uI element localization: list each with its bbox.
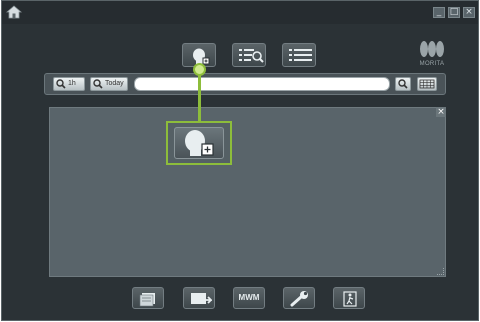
callout-zoom-box [166, 121, 232, 165]
exit-door-icon [343, 291, 357, 307]
list-search-icon [239, 49, 264, 63]
search-button[interactable] [395, 77, 411, 91]
search-icon [398, 79, 408, 89]
calendar-button[interactable] [417, 77, 437, 91]
image-export-icon [191, 293, 212, 304]
resize-grip[interactable] [437, 268, 444, 275]
image-stack-button[interactable] [132, 287, 164, 309]
list-view-button[interactable] [282, 43, 316, 67]
image-stack-icon [139, 293, 155, 307]
exit-button[interactable] [333, 287, 365, 309]
mwm-label: MWM [238, 293, 260, 302]
patient-head-icon [185, 130, 214, 156]
callout-connector [198, 69, 201, 121]
home-icon[interactable] [6, 4, 22, 20]
calendar-grid-icon [419, 79, 435, 89]
app-window: _ □ × MORITA 1h Today × MWM [1, 0, 479, 321]
list-view-icon [289, 49, 312, 61]
today-label: Today [105, 80, 124, 87]
window-controls: _ □ × [433, 7, 475, 18]
last-hour-button[interactable]: 1h [53, 77, 85, 91]
panel-close-button[interactable]: × [436, 107, 446, 117]
wrench-icon [290, 291, 308, 307]
search-bar: 1h Today [44, 73, 446, 95]
patient-button-zoomed [174, 127, 224, 159]
search-input[interactable] [134, 77, 390, 91]
content-panel: × [49, 107, 446, 277]
brand-logo: MORITA [414, 39, 450, 69]
title-bar: _ □ × [2, 1, 478, 24]
callout-anchor-dot [193, 63, 206, 76]
main-toolbar [2, 43, 478, 71]
close-button[interactable]: × [463, 7, 475, 18]
today-button[interactable]: Today [90, 77, 128, 91]
image-export-button[interactable] [183, 287, 215, 309]
last-hour-label: 1h [68, 80, 76, 87]
bottom-toolbar: MWM [2, 287, 478, 311]
maximize-button[interactable]: □ [448, 7, 460, 18]
morita-logo-icon [420, 41, 444, 57]
study-search-button[interactable] [232, 43, 266, 67]
minimize-button[interactable]: _ [433, 7, 445, 18]
magnifier-icon [93, 79, 103, 89]
brand-logo-text: MORITA [419, 61, 445, 67]
settings-button[interactable] [283, 287, 315, 309]
mwm-button[interactable]: MWM [233, 287, 265, 309]
magnifier-icon [56, 79, 66, 89]
